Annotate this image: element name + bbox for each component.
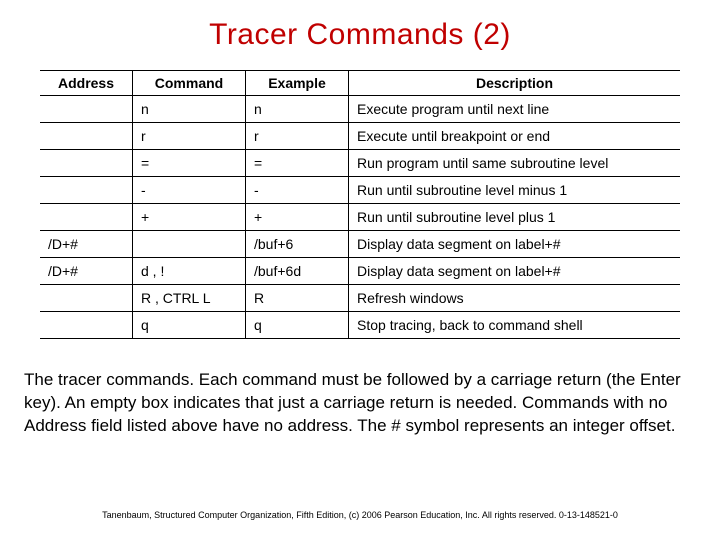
table-row: /D+# d , ! /buf+6d Display data segment … — [40, 258, 680, 285]
table-row: - - Run until subroutine level minus 1 — [40, 177, 680, 204]
cell-description: Run until subroutine level plus 1 — [349, 204, 681, 231]
cell-address — [40, 96, 133, 123]
cell-command: n — [133, 96, 246, 123]
cell-description: Display data segment on label+# — [349, 258, 681, 285]
cell-command: R , CTRL L — [133, 285, 246, 312]
cell-description: Display data segment on label+# — [349, 231, 681, 258]
cell-example: - — [246, 177, 349, 204]
cell-example: n — [246, 96, 349, 123]
cell-address — [40, 123, 133, 150]
cell-description: Stop tracing, back to command shell — [349, 312, 681, 339]
col-header-address: Address — [40, 71, 133, 96]
cell-command: + — [133, 204, 246, 231]
col-header-command: Command — [133, 71, 246, 96]
cell-address: /D+# — [40, 258, 133, 285]
cell-command: = — [133, 150, 246, 177]
table-row: q q Stop tracing, back to command shell — [40, 312, 680, 339]
cell-address — [40, 312, 133, 339]
table-row: + + Run until subroutine level plus 1 — [40, 204, 680, 231]
cell-address — [40, 204, 133, 231]
cell-example: /buf+6 — [246, 231, 349, 258]
cell-command — [133, 231, 246, 258]
cell-description: Run until subroutine level minus 1 — [349, 177, 681, 204]
cell-command: d , ! — [133, 258, 246, 285]
cell-description: Run program until same subroutine level — [349, 150, 681, 177]
commands-table: Address Command Example Description n n … — [40, 70, 680, 339]
cell-command: q — [133, 312, 246, 339]
slide-title: Tracer Commands (2) — [22, 18, 698, 52]
cell-command: r — [133, 123, 246, 150]
cell-address — [40, 150, 133, 177]
cell-example: r — [246, 123, 349, 150]
footer-text: Tanenbaum, Structured Computer Organizat… — [0, 510, 720, 520]
cell-address — [40, 285, 133, 312]
cell-description: Execute until breakpoint or end — [349, 123, 681, 150]
table-row: R , CTRL L R Refresh windows — [40, 285, 680, 312]
cell-address: /D+# — [40, 231, 133, 258]
table-row: = = Run program until same subroutine le… — [40, 150, 680, 177]
table-row: /D+# /buf+6 Display data segment on labe… — [40, 231, 680, 258]
cell-description: Refresh windows — [349, 285, 681, 312]
cell-example: /buf+6d — [246, 258, 349, 285]
caption-text: The tracer commands. Each command must b… — [22, 369, 698, 438]
cell-example: R — [246, 285, 349, 312]
cell-example: = — [246, 150, 349, 177]
table-row: n n Execute program until next line — [40, 96, 680, 123]
col-header-description: Description — [349, 71, 681, 96]
cell-example: + — [246, 204, 349, 231]
cell-example: q — [246, 312, 349, 339]
table-header-row: Address Command Example Description — [40, 71, 680, 96]
slide: Tracer Commands (2) Address Command Exam… — [0, 0, 720, 540]
col-header-example: Example — [246, 71, 349, 96]
table-row: r r Execute until breakpoint or end — [40, 123, 680, 150]
cell-description: Execute program until next line — [349, 96, 681, 123]
cell-address — [40, 177, 133, 204]
cell-command: - — [133, 177, 246, 204]
